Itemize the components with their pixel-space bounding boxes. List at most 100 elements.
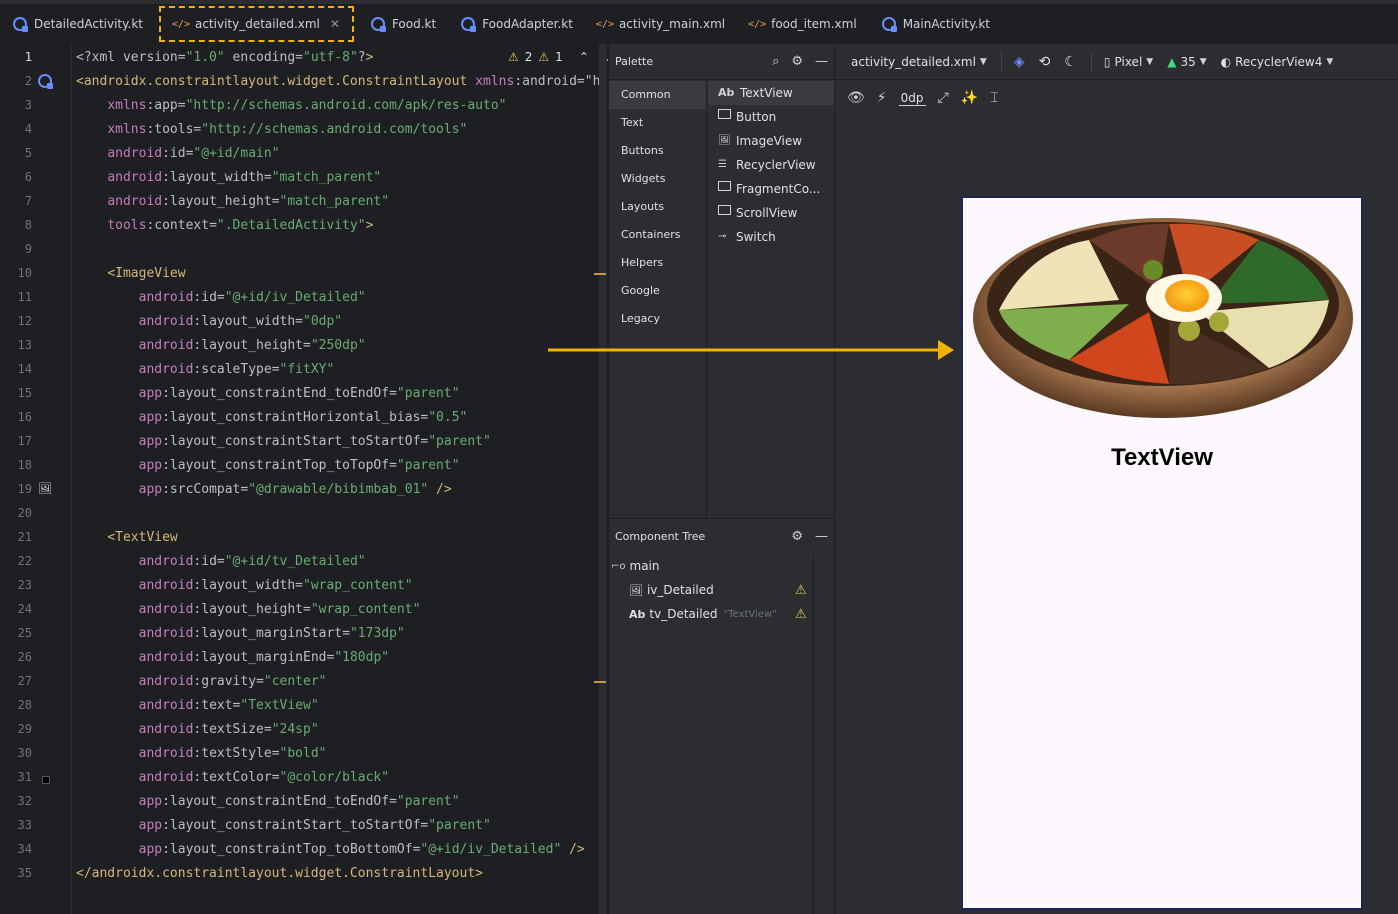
tab-mainactivity-kt[interactable]: MainActivity.kt	[869, 4, 1002, 44]
code-line[interactable]: android:scaleType="fitXY"	[76, 362, 335, 377]
palette-widget-scrollview[interactable]: ScrollView	[708, 201, 835, 225]
code-line[interactable]: app:layout_constraintStart_toStartOf="pa…	[76, 434, 491, 449]
palette-category[interactable]: Legacy	[609, 305, 706, 333]
code-line[interactable]: </androidx.constraintlayout.widget.Const…	[76, 866, 483, 881]
code-line[interactable]: xmlns:app="http://schemas.android.com/ap…	[76, 98, 506, 113]
editor-scrollbar[interactable]	[599, 44, 607, 914]
code-line[interactable]: android:layout_height="match_parent"	[76, 194, 389, 209]
preview-textview[interactable]: TextView	[963, 444, 1361, 472]
device-select[interactable]: ▯ Pixel ▼	[1104, 55, 1153, 69]
tab-activity-detailed-xml[interactable]: </> activity_detailed.xml ✕	[158, 6, 354, 42]
autoconnect-off-icon[interactable]: ⚡	[877, 90, 887, 106]
palette-widget-recyclerview[interactable]: ☰ RecyclerView	[708, 153, 835, 177]
rotate-icon[interactable]: ⟲	[1039, 54, 1051, 70]
night-mode-icon[interactable]: ☾	[1064, 54, 1077, 70]
code-line[interactable]: app:layout_constraintEnd_toEndOf="parent…	[76, 794, 460, 809]
code-line[interactable]: app:srcCompat="@drawable/bibimbab_01" />	[76, 482, 452, 497]
tab-activity-main-xml[interactable]: </> activity_main.xml	[585, 4, 737, 44]
code-line[interactable]: android:id="@+id/tv_Detailed"	[76, 554, 366, 569]
palette-category[interactable]: Common	[609, 81, 706, 109]
layout-preview[interactable]: TextView	[961, 196, 1363, 910]
code-line[interactable]: android:layout_height="wrap_content"	[76, 602, 421, 617]
search-icon[interactable]: ⌕	[772, 54, 779, 69]
warning-icon[interactable]: ⚠	[795, 583, 807, 598]
tree-node-iv-detailed[interactable]: 🖼 iv_Detailed	[629, 583, 714, 597]
code-line[interactable]: android:id="@+id/iv_Detailed"	[76, 290, 366, 305]
palette-category[interactable]: Text	[609, 109, 706, 137]
line-number: 35	[17, 866, 32, 880]
clear-constraints-icon[interactable]: ⤢	[938, 90, 949, 106]
palette-widget-imageview[interactable]: 🖼 ImageView	[708, 129, 835, 153]
code-line[interactable]: app:layout_constraintEnd_toEndOf="parent…	[76, 386, 460, 401]
line-number: 18	[17, 458, 32, 472]
line-number: 6	[24, 170, 32, 184]
palette-category[interactable]: Helpers	[609, 249, 706, 277]
file-select[interactable]: activity_detailed.xml ▼	[851, 55, 987, 69]
palette-widget-textview[interactable]: Ab TextView	[708, 81, 835, 105]
api-select[interactable]: ▲ 35 ▼	[1167, 55, 1206, 69]
code-line[interactable]: android:id="@+id/main"	[76, 146, 279, 161]
code-line[interactable]: app:layout_constraintTop_toBottomOf="@+i…	[76, 842, 585, 857]
code-line[interactable]: android:textColor="@color/black"	[76, 770, 389, 785]
code-line[interactable]: <?xml version="1.0" encoding="utf-8"?>	[76, 50, 373, 65]
constraint-layout-icon: ⌐o	[611, 560, 626, 572]
code-line[interactable]: android:layout_width="0dp"	[76, 314, 343, 329]
chevron-down-icon: ▼	[1199, 56, 1207, 67]
tree-node-tv-detailed[interactable]: Ab tv_Detailed "TextView"	[629, 607, 777, 621]
tab-food-item-xml[interactable]: </> food_item.xml	[737, 4, 869, 44]
infer-constraints-icon[interactable]: ✨	[961, 90, 978, 106]
code-line[interactable]: android:layout_width="match_parent"	[76, 170, 381, 185]
tree-node-main[interactable]: ⌐o main	[611, 559, 659, 573]
tab-foodadapter-kt[interactable]: FoodAdapter.kt	[448, 4, 585, 44]
gear-icon[interactable]: ⚙	[791, 529, 803, 544]
code-line[interactable]: android:layout_marginEnd="180dp"	[76, 650, 389, 665]
code-line[interactable]: app:layout_constraintHorizontal_bias="0.…	[76, 410, 468, 425]
kotlin-activity-icon[interactable]	[38, 74, 53, 91]
scroll-marker[interactable]	[594, 273, 606, 275]
inspection-widget[interactable]: ⚠ 2 ⚠ 1 ⌃ ⌄	[508, 50, 613, 64]
default-margin-select[interactable]: 0dp	[898, 91, 926, 106]
code-line[interactable]: android:text="TextView"	[76, 698, 319, 713]
code-line[interactable]: android:textStyle="bold"	[76, 746, 327, 761]
close-icon[interactable]: ✕	[330, 17, 340, 31]
fragment-icon	[718, 177, 732, 201]
image-preview-icon[interactable]: 🖼	[38, 482, 52, 495]
palette-widget-button[interactable]: Button	[708, 105, 835, 129]
bibimbap-image[interactable]	[969, 200, 1357, 440]
file-select-value: activity_detailed.xml	[851, 54, 976, 69]
eye-icon[interactable]: 👁	[847, 90, 865, 106]
palette-title: Palette	[615, 55, 654, 68]
palette-widget-switch[interactable]: ⊸ Switch	[708, 225, 835, 249]
palette-widget-fragmentcontainer[interactable]: FragmentCo...	[708, 177, 835, 201]
palette-category[interactable]: Containers	[609, 221, 706, 249]
color-swatch-icon[interactable]	[42, 776, 50, 784]
code-line[interactable]: <TextView	[76, 530, 177, 545]
minimize-icon[interactable]: —	[815, 529, 828, 544]
code-line[interactable]: android:gravity="center"	[76, 674, 327, 689]
chevron-up-icon[interactable]: ⌃	[579, 50, 589, 64]
code-line[interactable]: <ImageView	[76, 266, 185, 281]
palette-category[interactable]: Google	[609, 277, 706, 305]
gear-icon[interactable]: ⚙	[791, 54, 803, 69]
minimize-icon[interactable]: —	[815, 54, 828, 69]
palette-category[interactable]: Layouts	[609, 193, 706, 221]
code-line[interactable]: app:layout_constraintTop_toTopOf="parent…	[76, 458, 460, 473]
code-line[interactable]: android:layout_marginStart="173dp"	[76, 626, 405, 641]
tab-detailedactivity-kt[interactable]: DetailedActivity.kt	[0, 4, 155, 44]
code-line[interactable]: <androidx.constraintlayout.widget.Constr…	[76, 74, 600, 89]
code-editor[interactable]: 1 2 3 4 5 6 7 8 9 10 11 12 13 14 15 16 17 18 19 20 21 22 23 24 2…	[0, 44, 613, 914]
code-line[interactable]: app:layout_constraintStart_toStartOf="pa…	[76, 818, 491, 833]
layers-icon[interactable]: ◈	[1014, 54, 1025, 70]
code-line[interactable]: tools:context=".DetailedActivity">	[76, 218, 373, 233]
theme-select[interactable]: ◐ RecyclerView4 ▼	[1221, 55, 1334, 69]
code-line[interactable]: android:textSize="24sp"	[76, 722, 319, 737]
palette-category[interactable]: Buttons	[609, 137, 706, 165]
warning-icon[interactable]: ⚠	[795, 607, 807, 622]
guidelines-icon[interactable]: ⌶	[990, 90, 998, 106]
code-line[interactable]: xmlns:tools="http://schemas.android.com/…	[76, 122, 467, 137]
tab-food-kt[interactable]: Food.kt	[358, 4, 448, 44]
scroll-marker[interactable]	[594, 681, 606, 683]
code-line[interactable]: android:layout_height="250dp"	[76, 338, 366, 353]
palette-category[interactable]: Widgets	[609, 165, 706, 193]
code-line[interactable]: android:layout_width="wrap_content"	[76, 578, 413, 593]
